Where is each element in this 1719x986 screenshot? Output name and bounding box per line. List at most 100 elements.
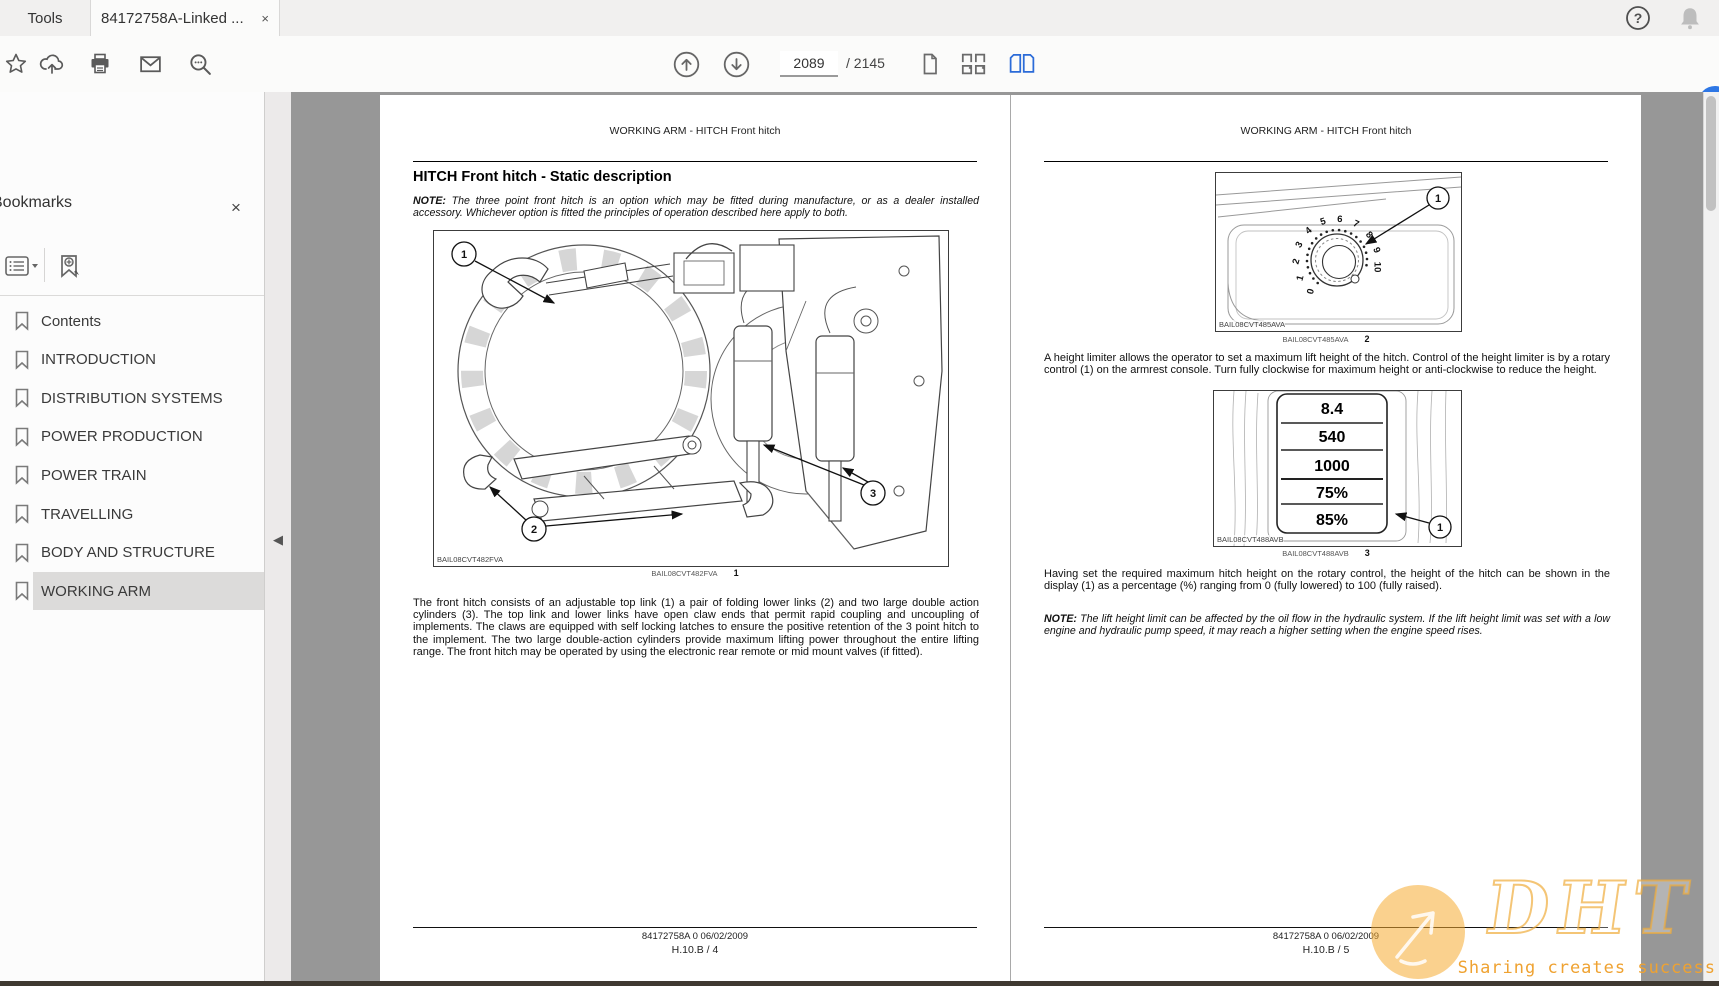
figure1-caption-number: 1 (734, 568, 739, 578)
tab-close-icon[interactable]: × (261, 11, 269, 26)
tab-bar: Tools 84172758A-Linked ... × ? (0, 0, 1719, 37)
panel-close-button[interactable]: × (224, 196, 248, 220)
left-header-rule (413, 161, 977, 162)
single-page-view-button[interactable] (916, 50, 944, 78)
figure3-image-label: BAIL08CVT488AVB (1217, 535, 1284, 544)
printer-icon (88, 52, 112, 76)
next-page-button[interactable] (722, 50, 750, 78)
figure3-caption-id: BAIL08CVT488AVB (1282, 549, 1349, 558)
panel-toolbar-divider (44, 248, 45, 282)
left-footer-doc: 84172758A 0 06/02/2009 (380, 931, 1010, 942)
dial-dot (1363, 246, 1366, 249)
two-page-view-icon (1008, 51, 1036, 77)
bookmark-item-label: INTRODUCTION (41, 351, 156, 368)
bookmark-icon (14, 427, 30, 447)
right-page-para2: Having set the required maximum hitch he… (1044, 568, 1610, 592)
bookmark-item-label: WORKING ARM (41, 583, 151, 600)
bookmark-item-working-arm[interactable]: WORKING ARM (0, 572, 264, 610)
dial-dot (1365, 264, 1368, 267)
bookmark-item-label: DISTRIBUTION SYSTEMS (41, 390, 223, 407)
rotary-control-drawing: 012345678910 1 (1216, 173, 1461, 331)
bottom-edge-strip (0, 981, 1719, 986)
dial-dot (1315, 237, 1318, 240)
left-page-body: The front hitch consists of an adjustabl… (413, 597, 979, 658)
page-right: WORKING ARM - HITCH Front hitch 01234567… (1011, 95, 1641, 986)
left-footer-rule (413, 927, 977, 928)
two-page-view-button[interactable] (1008, 50, 1036, 78)
tab-document[interactable]: 84172758A-Linked ... × (90, 0, 280, 36)
search-more-icon (188, 52, 213, 77)
dial-dot (1306, 254, 1309, 257)
bookmark-icon (14, 388, 30, 408)
display-value-row: 75% (1316, 485, 1348, 502)
favorite-star-button[interactable] (2, 50, 30, 78)
page-left: WORKING ARM - HITCH Front hitch HITCH Fr… (380, 95, 1011, 986)
bookmark-options-button[interactable] (2, 248, 42, 284)
notifications-button[interactable] (1676, 4, 1704, 32)
figure3-caption: BAIL08CVT488AVB 3 (1011, 548, 1641, 558)
right-page-para1: A height limiter allows the operator to … (1044, 352, 1610, 376)
organize-pages-button[interactable] (960, 50, 988, 78)
dial-dot (1350, 232, 1353, 235)
figure2-caption-number: 2 (1365, 334, 1370, 344)
dial-number: 5 (1319, 216, 1328, 228)
search-button[interactable] (186, 50, 214, 78)
figure1-caption: BAIL08CVT482FVA 1 (380, 568, 1010, 578)
bookmark-icon (14, 311, 30, 331)
callout-1-number: 1 (1437, 522, 1443, 534)
expand-current-bookmark-button[interactable] (52, 248, 86, 284)
toolbar: 2089 / 2145 (0, 36, 1719, 93)
dial-dot (1365, 251, 1368, 254)
callout-3-number: 3 (870, 488, 876, 500)
height-display-drawing: 8.4 540 1000 75% 85% 1 (1214, 391, 1461, 546)
scrollbar-thumb[interactable] (1706, 96, 1716, 211)
note-label: NOTE: (413, 195, 446, 207)
display-value-row: 540 (1319, 429, 1346, 446)
tab-tools[interactable]: Tools (0, 0, 90, 36)
cloud-upload-button[interactable] (38, 50, 66, 78)
bookmark-item-label: Contents (41, 313, 101, 330)
dial-number: 6 (1337, 214, 1343, 225)
callout-1-number: 1 (1435, 193, 1441, 205)
bookmark-item-label: POWER TRAIN (41, 467, 147, 484)
dial-dot (1332, 229, 1335, 232)
collapse-panel-button[interactable]: ◀ (266, 518, 290, 562)
dial-dot (1344, 230, 1347, 233)
figure-height-display: 8.4 540 1000 75% 85% 1 BAIL08CVT488AVB (1213, 390, 1462, 547)
dial-dot (1306, 260, 1309, 263)
page-up-icon (673, 51, 700, 78)
vertical-scrollbar[interactable] (1703, 92, 1719, 982)
page-down-icon (723, 51, 750, 78)
help-button[interactable]: ? (1624, 4, 1652, 32)
page-number-input[interactable]: 2089 (780, 51, 838, 77)
bookmark-item-power-production[interactable]: POWER PRODUCTION (0, 418, 264, 456)
bookmark-icon (14, 504, 30, 524)
figure-front-hitch: 1 2 3 BAIL08CVT482FVA (433, 230, 949, 567)
email-button[interactable] (136, 50, 164, 78)
bookmark-item-power-train[interactable]: POWER TRAIN (0, 456, 264, 494)
dial-dot (1338, 229, 1341, 232)
dial-number: 0 (1305, 288, 1317, 296)
display-value-row: 8.4 (1321, 401, 1343, 418)
bookmark-item-contents[interactable]: Contents (0, 302, 264, 340)
bookmark-icon (14, 543, 30, 563)
figure2-caption: BAIL08CVT485AVA 2 (1011, 334, 1641, 344)
print-button[interactable] (86, 50, 114, 78)
note-label: NOTE: (1044, 613, 1077, 625)
dial-dot (1355, 236, 1358, 239)
bookmark-item-body-and-structure[interactable]: BODY AND STRUCTURE (0, 534, 264, 572)
page-total-label: / 2145 (846, 51, 885, 75)
dial-dot (1325, 231, 1328, 234)
page-grid-icon (960, 50, 988, 78)
bookmark-item-distribution-systems[interactable]: DISTRIBUTION SYSTEMS (0, 379, 264, 417)
dial-dot (1309, 272, 1312, 275)
previous-page-button[interactable] (672, 50, 700, 78)
bookmark-item-introduction[interactable]: INTRODUCTION (0, 341, 264, 379)
bookmark-item-travelling[interactable]: TRAVELLING (0, 495, 264, 533)
dial-dot (1308, 248, 1311, 251)
dial-dot (1320, 233, 1323, 236)
bookmark-item-label: TRAVELLING (41, 506, 133, 523)
chevron-down-icon (32, 264, 38, 268)
dial-dot (1359, 240, 1362, 243)
dial-number: 2 (1290, 258, 1302, 266)
